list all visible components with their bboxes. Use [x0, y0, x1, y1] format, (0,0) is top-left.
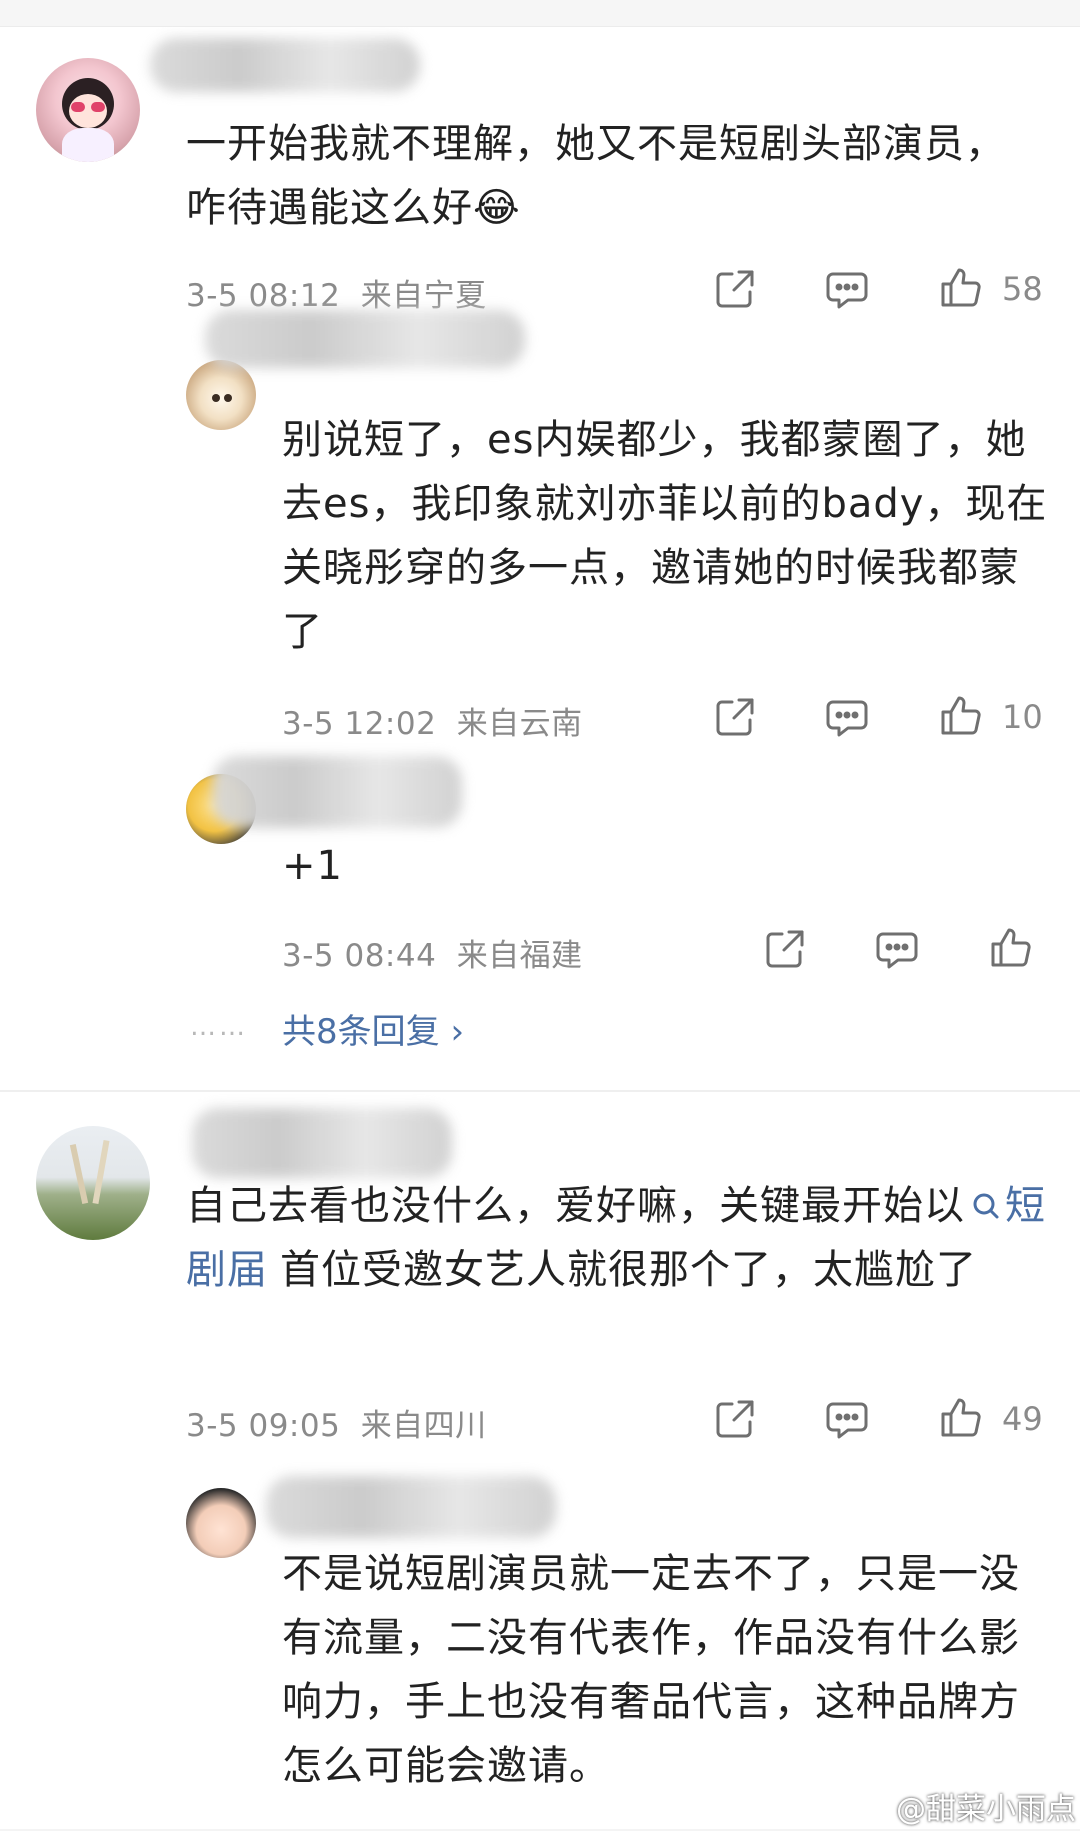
like-count: 10	[1002, 698, 1043, 736]
comment-text: 自己去看也没什么，爱好嘛，关键最开始以 短剧届 首位受邀女艺人就很那个了，太尴尬了	[186, 1174, 1046, 1302]
share-icon[interactable]	[712, 266, 758, 312]
comment-icon[interactable]	[824, 694, 870, 740]
avatar[interactable]	[186, 1488, 256, 1558]
comment-time: 3-5 08:12	[186, 278, 341, 314]
weibo-logo-icon	[858, 1795, 892, 1823]
reply-meta: 3-5 08:44 来自福建	[282, 930, 583, 975]
comment-time: 3-5 09:05	[186, 1408, 341, 1444]
comment-text: 一开始我就不理解，她又不是短剧头部演员，咋待遇能这么好😂	[186, 121, 1006, 231]
comment-icon[interactable]	[824, 266, 870, 312]
watermark-text: @甜菜小雨点	[896, 1792, 1076, 1827]
like-icon[interactable]	[938, 1394, 984, 1440]
comment-text-before: 自己去看也没什么，爱好嘛，关键最开始以	[186, 1183, 965, 1229]
username-blurred[interactable]	[205, 310, 525, 368]
reply-time: 3-5 08:44	[282, 938, 437, 974]
comment-meta: 3-5 08:12 来自宁夏	[186, 270, 487, 315]
comment-icon[interactable]	[874, 926, 920, 972]
like-icon[interactable]	[988, 924, 1034, 970]
more-replies-link[interactable]: 共8条回复 ›	[282, 1004, 464, 1053]
share-icon[interactable]	[712, 1396, 758, 1442]
share-icon[interactable]	[712, 694, 758, 740]
comment-page: 一开始我就不理解，她又不是短剧头部演员，咋待遇能这么好😂 3-5 08:12 来…	[0, 0, 1080, 1829]
like-count: 58	[1002, 270, 1043, 308]
watermark: @甜菜小雨点	[858, 1784, 1076, 1828]
avatar[interactable]	[36, 1126, 150, 1240]
comment-location: 来自四川	[360, 1408, 487, 1444]
username-blurred[interactable]	[150, 38, 420, 92]
comment-divider	[0, 1090, 1080, 1092]
comment-icon[interactable]	[824, 1396, 870, 1442]
share-icon[interactable]	[762, 926, 808, 972]
more-replies-dots: ……	[190, 1012, 248, 1042]
like-count: 49	[1002, 1400, 1043, 1438]
username-blurred[interactable]	[212, 756, 462, 828]
reply-text: 别说短了，es内娱都少，我都蒙圈了，她去es，我印象就刘亦菲以前的bady，现在…	[282, 417, 1048, 655]
username-blurred[interactable]	[266, 1476, 556, 1538]
avatar[interactable]	[36, 58, 140, 162]
comment-meta: 3-5 09:05 来自四川	[186, 1400, 487, 1445]
reply-text: 不是说短剧演员就一定去不了，只是一没有流量，二没有代表作，作品没有什么影响力，手…	[282, 1551, 1020, 1789]
like-icon[interactable]	[938, 264, 984, 310]
reply-meta: 3-5 12:02 来自云南	[282, 698, 583, 743]
search-icon	[971, 1176, 1001, 1219]
comment-text-after: 首位受邀女艺人就很那个了，太尴尬了	[280, 1247, 977, 1293]
like-icon[interactable]	[938, 692, 984, 738]
reply-location: 来自云南	[456, 706, 583, 742]
reply-location: 来自福建	[456, 938, 583, 974]
top-divider	[0, 0, 1080, 27]
avatar[interactable]	[186, 360, 256, 430]
reply-text: +1	[282, 843, 343, 889]
comment-location: 来自宁夏	[360, 278, 487, 314]
username-blurred[interactable]	[192, 1108, 452, 1178]
reply-time: 3-5 12:02	[282, 706, 437, 742]
